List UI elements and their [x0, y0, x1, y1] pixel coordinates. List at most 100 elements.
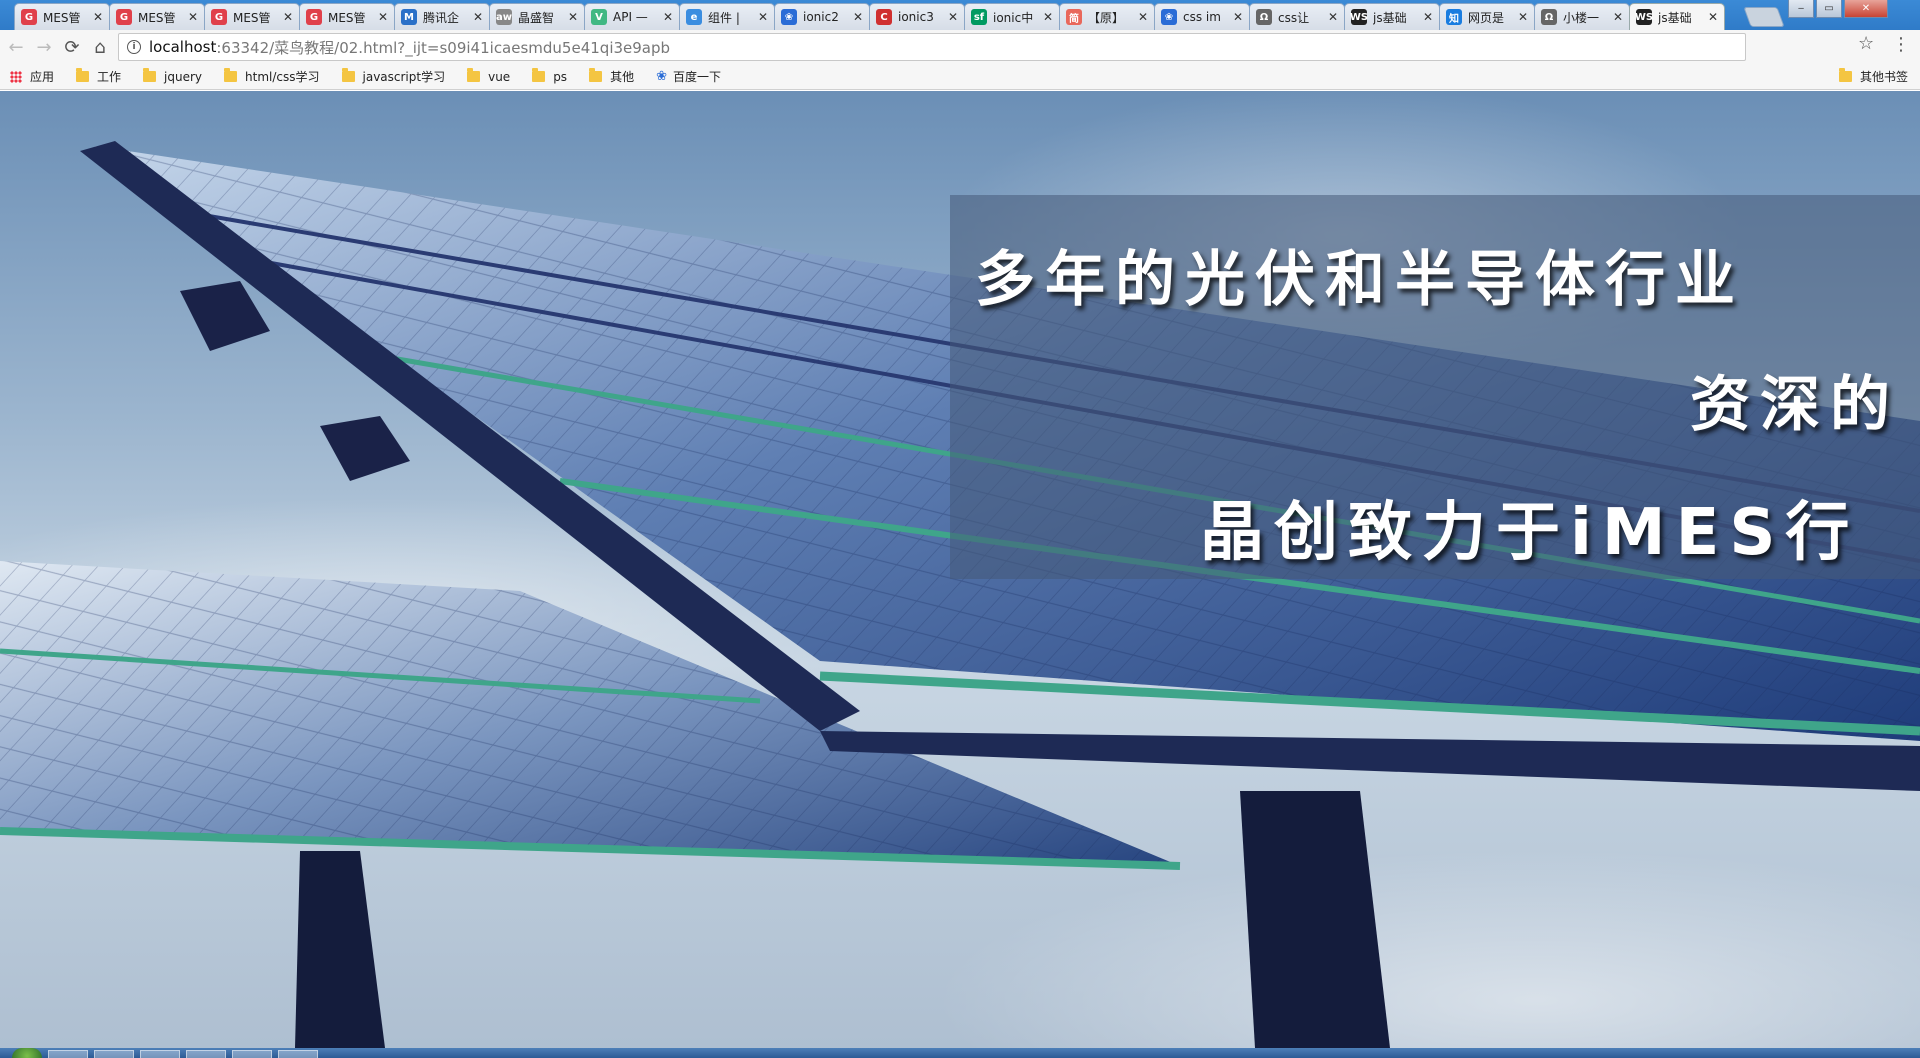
browser-tab[interactable]: G MES管 ✕ — [299, 3, 395, 30]
url-path: :63342/菜鸟教程/02.html?_ijt=s09i41icaesmdu5… — [216, 38, 671, 57]
browser-tab[interactable]: G MES管 ✕ — [109, 3, 205, 30]
close-tab-icon[interactable]: ✕ — [1138, 10, 1148, 24]
browser-tab[interactable]: G MES管 ✕ — [14, 3, 110, 30]
browser-tab[interactable]: V API — ✕ — [584, 3, 680, 30]
close-tab-icon[interactable]: ✕ — [1233, 10, 1243, 24]
browser-tab[interactable]: e 组件 | ✕ — [679, 3, 775, 30]
close-tab-icon[interactable]: ✕ — [948, 10, 958, 24]
c-red-swirl: G — [211, 9, 227, 25]
browser-tab[interactable]: M 腾讯企 ✕ — [394, 3, 490, 30]
slogan-line-1: 多年的光伏和半导体行业 — [975, 245, 1745, 315]
browser-tab[interactable]: ❀ ionic2 ✕ — [774, 3, 870, 30]
folder-icon — [589, 68, 603, 82]
tab-title: MES管 — [43, 10, 81, 25]
bookmark-folder-htmlcss[interactable]: html/css学习 — [224, 68, 320, 85]
bookmark-label: 应用 — [30, 70, 55, 84]
close-tab-icon[interactable]: ✕ — [283, 10, 293, 24]
start-button[interactable] — [12, 1048, 42, 1058]
tab-title: 腾讯企 — [423, 10, 460, 25]
close-tab-icon[interactable]: ✕ — [188, 10, 198, 24]
apps-grid-icon — [10, 70, 22, 83]
close-tab-icon[interactable]: ✕ — [378, 10, 388, 24]
bookmark-label: 其他书签 — [1859, 70, 1908, 84]
bookmark-label: ps — [553, 69, 568, 84]
jian-icon: 简 — [1066, 9, 1082, 25]
bookmark-other-bookmarks[interactable]: 其他书签 — [1838, 68, 1908, 85]
back-button[interactable]: ← — [2, 33, 30, 61]
close-tab-icon[interactable]: ✕ — [1328, 10, 1338, 24]
taskbar-item[interactable] — [140, 1050, 180, 1058]
minimize-icon[interactable]: ‒ — [1788, 0, 1814, 18]
vue-icon: V — [591, 9, 607, 25]
tab-title: MES管 — [138, 10, 176, 25]
browser-tab[interactable]: WS js基础 ✕ — [1629, 3, 1725, 30]
zhi-icon: 知 — [1446, 9, 1462, 25]
tab-title: css im — [1183, 10, 1221, 24]
browser-tab[interactable]: sf ionic中 ✕ — [964, 3, 1060, 30]
browser-menu-icon[interactable]: ⋮ — [1892, 34, 1910, 55]
taskbar-item[interactable] — [48, 1050, 88, 1058]
taskbar-item[interactable] — [94, 1050, 134, 1058]
bookmark-label: jquery — [164, 69, 203, 84]
url-host: localhost — [149, 38, 217, 56]
browser-tab[interactable]: WS js基础 ✕ — [1344, 3, 1440, 30]
q-icon: Ω — [1256, 9, 1272, 25]
browser-tab[interactable]: Cionic3 ✕ — [869, 3, 965, 30]
bookmark-folder-javascript[interactable]: javascript学习 — [341, 68, 445, 85]
folder-icon — [341, 68, 355, 82]
tab-title: 组件 | — [708, 10, 740, 25]
slogan-line-2: 资深的 — [1690, 370, 1900, 440]
bookmark-folder-ps[interactable]: ps — [532, 68, 568, 84]
c-red-swirl: G — [306, 9, 322, 25]
page-viewport: 多年的光伏和半导体行业 资深的 晶创致力于iMES行 — [0, 91, 1920, 1048]
maximize-icon[interactable]: ▭ — [1816, 0, 1842, 18]
bookmark-folder-other[interactable]: 其他 — [589, 68, 634, 85]
folder-icon — [224, 68, 238, 82]
bookmark-folder-work[interactable]: 工作 — [76, 68, 121, 85]
browser-tab[interactable]: G MES管 ✕ — [204, 3, 300, 30]
browser-tab[interactable]: 简【原】 ✕ — [1059, 3, 1155, 30]
close-window-icon[interactable]: ✕ — [1844, 0, 1888, 18]
info-icon[interactable]: i — [127, 40, 141, 54]
bookmark-star-icon[interactable]: ☆ — [1858, 33, 1874, 54]
address-bar[interactable]: i localhost:63342/菜鸟教程/02.html?_ijt=s09i… — [118, 33, 1746, 61]
browser-tab[interactable]: Ωcss让 ✕ — [1249, 3, 1345, 30]
browser-tab[interactable]: 知网页是 ✕ — [1439, 3, 1535, 30]
tab-title: API — — [613, 10, 648, 24]
home-button[interactable]: ⌂ — [86, 33, 114, 61]
tab-title: MES管 — [328, 10, 366, 25]
qq-mail-icon: M — [401, 9, 417, 25]
tab-title: js基础 — [1658, 10, 1692, 25]
close-tab-icon[interactable]: ✕ — [1518, 10, 1528, 24]
ws-icon: WS — [1635, 9, 1653, 25]
tab-title: MES管 — [233, 10, 271, 25]
new-tab-button[interactable] — [1743, 7, 1785, 27]
bookmark-label: 工作 — [97, 70, 122, 84]
browser-tab[interactable]: Ω 小楼一 ✕ — [1534, 3, 1630, 30]
close-tab-icon[interactable]: ✕ — [758, 10, 768, 24]
browser-tab[interactable]: ❀ css im ✕ — [1154, 3, 1250, 30]
bookmark-folder-jquery[interactable]: jquery — [143, 68, 203, 84]
close-tab-icon[interactable]: ✕ — [1423, 10, 1433, 24]
folder-icon — [143, 68, 157, 82]
bookmark-apps[interactable]: 应用 — [10, 68, 54, 85]
close-tab-icon[interactable]: ✕ — [1043, 10, 1053, 24]
close-tab-icon[interactable]: ✕ — [663, 10, 673, 24]
close-tab-icon[interactable]: ✕ — [1708, 10, 1718, 24]
close-tab-icon[interactable]: ✕ — [473, 10, 483, 24]
bookmark-baidu[interactable]: ❀ 百度一下 — [656, 68, 721, 85]
close-tab-icon[interactable]: ✕ — [568, 10, 578, 24]
taskbar-item[interactable] — [232, 1050, 272, 1058]
close-tab-icon[interactable]: ✕ — [93, 10, 103, 24]
close-tab-icon[interactable]: ✕ — [1613, 10, 1623, 24]
bookmark-folder-vue[interactable]: vue — [467, 68, 510, 84]
reload-button[interactable]: ⟳ — [58, 33, 86, 61]
folder-icon — [532, 68, 546, 82]
browser-tab[interactable]: aw 晶盛智 ✕ — [489, 3, 585, 30]
tab-title: 【原】 — [1088, 10, 1125, 25]
close-tab-icon[interactable]: ✕ — [853, 10, 863, 24]
c-red-swirl: G — [21, 9, 37, 25]
taskbar-item[interactable] — [186, 1050, 226, 1058]
forward-button[interactable]: → — [30, 33, 58, 61]
taskbar-item[interactable] — [278, 1050, 318, 1058]
